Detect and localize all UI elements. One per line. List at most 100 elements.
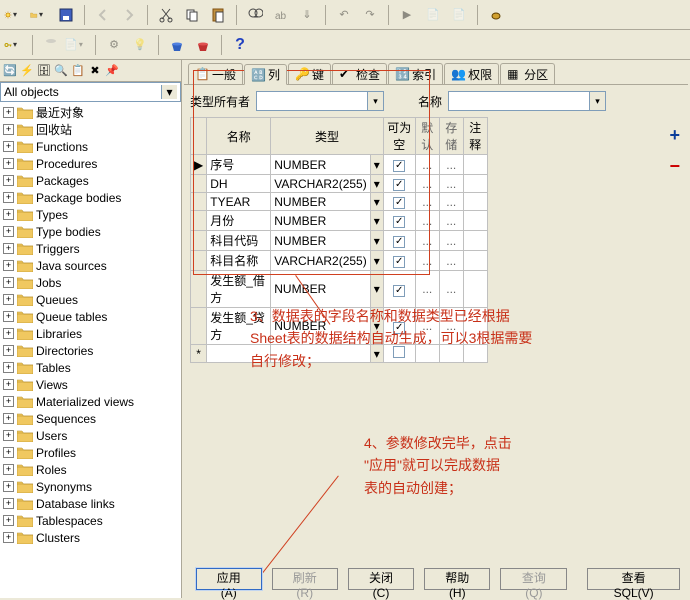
apply-button[interactable]: 应用(A) — [196, 568, 262, 590]
expand-icon[interactable]: + — [3, 243, 14, 254]
tab-4[interactable]: 🔢索引 — [388, 63, 443, 84]
tab-1[interactable]: 🔠列 — [244, 64, 287, 85]
tree-node[interactable]: +Queue tables — [1, 308, 180, 325]
gear-icon[interactable]: ⚙ — [104, 35, 124, 55]
table-row[interactable]: 科目名称VARCHAR2(255)▾✓...... — [191, 251, 488, 271]
name-input[interactable] — [449, 92, 589, 110]
expand-icon[interactable]: + — [3, 464, 14, 475]
tree-node[interactable]: +Jobs — [1, 274, 180, 291]
owner-input[interactable] — [257, 92, 367, 110]
name-combo[interactable]: ▾ — [448, 91, 606, 111]
table-row[interactable]: ▶序号NUMBER▾✓...... — [191, 155, 488, 175]
blue-cup-icon[interactable] — [167, 35, 187, 55]
open-icon[interactable]: ▾ — [30, 5, 50, 25]
expand-icon[interactable]: + — [3, 362, 14, 373]
filter-icon[interactable]: 📋 — [71, 64, 85, 78]
tree-node[interactable]: +Profiles — [1, 444, 180, 461]
expand-icon[interactable]: + — [3, 294, 14, 305]
expand-icon[interactable]: + — [3, 311, 14, 322]
db-mini-icon[interactable]: 🗄 — [37, 64, 51, 78]
light-icon[interactable]: 💡 — [130, 35, 150, 55]
remove-row-button[interactable]: − — [669, 156, 680, 177]
expand-icon[interactable]: + — [3, 396, 14, 407]
tree-node[interactable]: +Users — [1, 427, 180, 444]
undo-icon[interactable]: ↶ — [334, 5, 354, 25]
object-tree[interactable]: +最近对象+回收站+Functions+Procedures+Packages+… — [0, 102, 181, 598]
expand-icon[interactable]: + — [3, 481, 14, 492]
expand-icon[interactable]: + — [3, 515, 14, 526]
expand-icon[interactable]: + — [3, 192, 14, 203]
tree-node[interactable]: +回收站 — [1, 121, 180, 138]
tab-2[interactable]: 🔑键 — [288, 63, 331, 84]
cut-icon[interactable] — [156, 5, 176, 25]
expand-icon[interactable]: + — [3, 345, 14, 356]
redo-icon[interactable]: ↷ — [360, 5, 380, 25]
find-mini-icon[interactable]: 🔍 — [54, 64, 68, 78]
tree-node[interactable]: +Directories — [1, 342, 180, 359]
tree-node[interactable]: +Procedures — [1, 155, 180, 172]
expand-icon[interactable]: + — [3, 532, 14, 543]
tree-node[interactable]: +Clusters — [1, 529, 180, 546]
tree-node[interactable]: +Sequences — [1, 410, 180, 427]
tab-6[interactable]: ▦分区 — [500, 63, 555, 84]
save-icon[interactable] — [56, 5, 76, 25]
tree-node[interactable]: +Java sources — [1, 257, 180, 274]
tree-node[interactable]: +Triggers — [1, 240, 180, 257]
expand-icon[interactable]: + — [3, 328, 14, 339]
tree-node[interactable]: +Roles — [1, 461, 180, 478]
refresh-icon[interactable]: 🔄 — [3, 64, 17, 78]
tree-node[interactable]: +Libraries — [1, 325, 180, 342]
tree-node[interactable]: +Queues — [1, 291, 180, 308]
table-row[interactable]: 月份NUMBER▾✓...... — [191, 211, 488, 231]
expand-icon[interactable]: + — [3, 226, 14, 237]
expand-icon[interactable]: + — [3, 141, 14, 152]
expand-icon[interactable]: + — [3, 498, 14, 509]
expand-icon[interactable]: + — [3, 447, 14, 458]
run-icon[interactable]: ▶ — [397, 5, 417, 25]
doc-icon[interactable]: 📄▾ — [67, 35, 87, 55]
doc2-icon[interactable]: 📄 — [449, 5, 469, 25]
tree-node[interactable]: +Types — [1, 206, 180, 223]
copy-icon[interactable] — [182, 5, 202, 25]
expand-icon[interactable]: + — [3, 175, 14, 186]
owner-combo[interactable]: ▾ — [256, 91, 384, 111]
close-button[interactable]: 关闭(C) — [348, 568, 414, 590]
help-button[interactable]: 帮助(H) — [424, 568, 490, 590]
expand-icon[interactable]: + — [3, 124, 14, 135]
find-icon[interactable] — [245, 5, 265, 25]
replace-icon[interactable]: ab — [271, 5, 291, 25]
tree-node[interactable]: +Type bodies — [1, 223, 180, 240]
expand-icon[interactable]: + — [3, 260, 14, 271]
pin-icon[interactable]: 📌 — [105, 64, 119, 78]
table-row[interactable]: TYEARNUMBER▾✓...... — [191, 193, 488, 211]
tree-node[interactable]: +Views — [1, 376, 180, 393]
tab-0[interactable]: 📋一般 — [188, 63, 243, 84]
chevron-down-icon[interactable]: ▾ — [161, 85, 177, 99]
next-icon[interactable]: ⇓ — [297, 5, 317, 25]
tab-5[interactable]: 👥权限 — [444, 63, 499, 84]
paste-icon[interactable] — [208, 5, 228, 25]
table-row[interactable]: 科目代码NUMBER▾✓...... — [191, 231, 488, 251]
add-row-button[interactable]: + — [669, 125, 680, 146]
red-cup-icon[interactable] — [193, 35, 213, 55]
tree-node[interactable]: +Tables — [1, 359, 180, 376]
table-row[interactable]: DHVARCHAR2(255)▾✓...... — [191, 175, 488, 193]
tab-3[interactable]: ✔检查 — [332, 63, 387, 84]
tree-node[interactable]: +最近对象 — [1, 104, 180, 121]
expand-icon[interactable]: + — [3, 413, 14, 424]
new-icon[interactable]: ▾ — [4, 5, 24, 25]
back-icon[interactable] — [93, 5, 113, 25]
x-icon[interactable]: ✖ — [88, 64, 102, 78]
tree-node[interactable]: +Functions — [1, 138, 180, 155]
tree-node[interactable]: +Tablespaces — [1, 512, 180, 529]
key-icon[interactable]: ▾ — [4, 35, 24, 55]
expand-icon[interactable]: + — [3, 158, 14, 169]
objects-combo[interactable]: All objects ▾ — [0, 82, 181, 102]
bee-icon[interactable] — [486, 5, 506, 25]
expand-icon[interactable]: + — [3, 277, 14, 288]
expand-icon[interactable]: + — [3, 379, 14, 390]
expand-icon[interactable]: + — [3, 209, 14, 220]
forward-icon[interactable] — [119, 5, 139, 25]
tree-node[interactable]: +Packages — [1, 172, 180, 189]
tree-node[interactable]: +Materialized views — [1, 393, 180, 410]
